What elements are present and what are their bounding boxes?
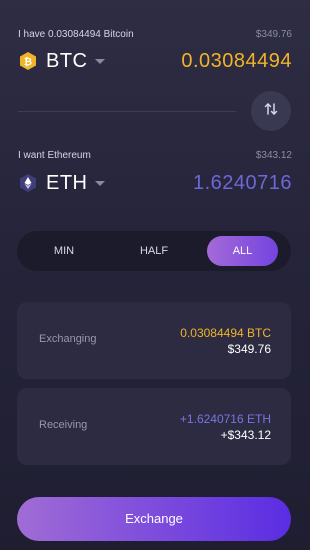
- to-amount[interactable]: 1.6240716: [193, 172, 292, 195]
- exchanging-label: Exchanging: [39, 333, 97, 345]
- have-fiat-value: $349.76: [255, 29, 292, 40]
- chevron-down-icon: [94, 180, 105, 186]
- amount-selector: MIN HALF ALL: [17, 231, 291, 271]
- half-option[interactable]: HALF: [121, 236, 187, 266]
- bitcoin-icon: ₿: [18, 51, 38, 71]
- ethereum-icon: [18, 173, 38, 193]
- from-currency-code: BTC: [46, 49, 88, 72]
- to-currency-code: ETH: [46, 171, 88, 194]
- exchanging-card: Exchanging 0.03084494 BTC $349.76: [17, 302, 291, 379]
- exchanging-fiat-amount: $349.76: [227, 342, 271, 356]
- want-fiat-value: $343.12: [255, 150, 292, 161]
- exchange-button[interactable]: Exchange: [17, 497, 291, 541]
- from-amount[interactable]: 0.03084494: [181, 50, 292, 73]
- to-currency-selector[interactable]: ETH: [18, 171, 105, 195]
- from-currency-selector[interactable]: ₿ BTC: [18, 49, 105, 73]
- want-label: I want Ethereum: [18, 150, 91, 161]
- swap-arrows-icon: [263, 101, 279, 122]
- have-label: I have 0.03084494 Bitcoin: [18, 29, 134, 40]
- swap-button[interactable]: [251, 91, 291, 131]
- receiving-crypto-amount: +1.6240716 ETH: [179, 412, 271, 426]
- receiving-card: Receiving +1.6240716 ETH +$343.12: [17, 388, 291, 465]
- all-option[interactable]: ALL: [207, 236, 278, 266]
- divider: [18, 111, 236, 112]
- receiving-label: Receiving: [39, 419, 88, 431]
- min-option[interactable]: MIN: [31, 236, 97, 266]
- receiving-fiat-amount: +$343.12: [220, 428, 271, 442]
- chevron-down-icon: [94, 58, 105, 64]
- svg-text:₿: ₿: [24, 56, 32, 68]
- exchange-screen: I have 0.03084494 Bitcoin $349.76 ₿ BTC …: [0, 0, 310, 550]
- exchanging-crypto-amount: 0.03084494 BTC: [180, 326, 271, 340]
